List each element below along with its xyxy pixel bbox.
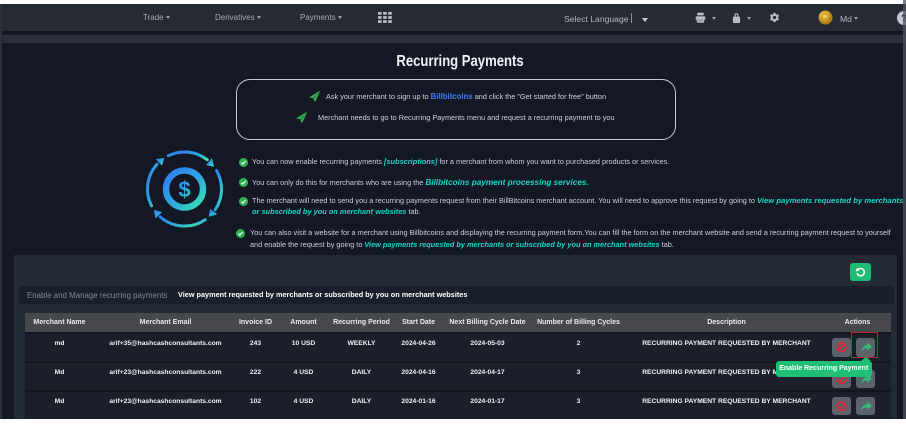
svg-text:$: $ [178, 177, 190, 202]
